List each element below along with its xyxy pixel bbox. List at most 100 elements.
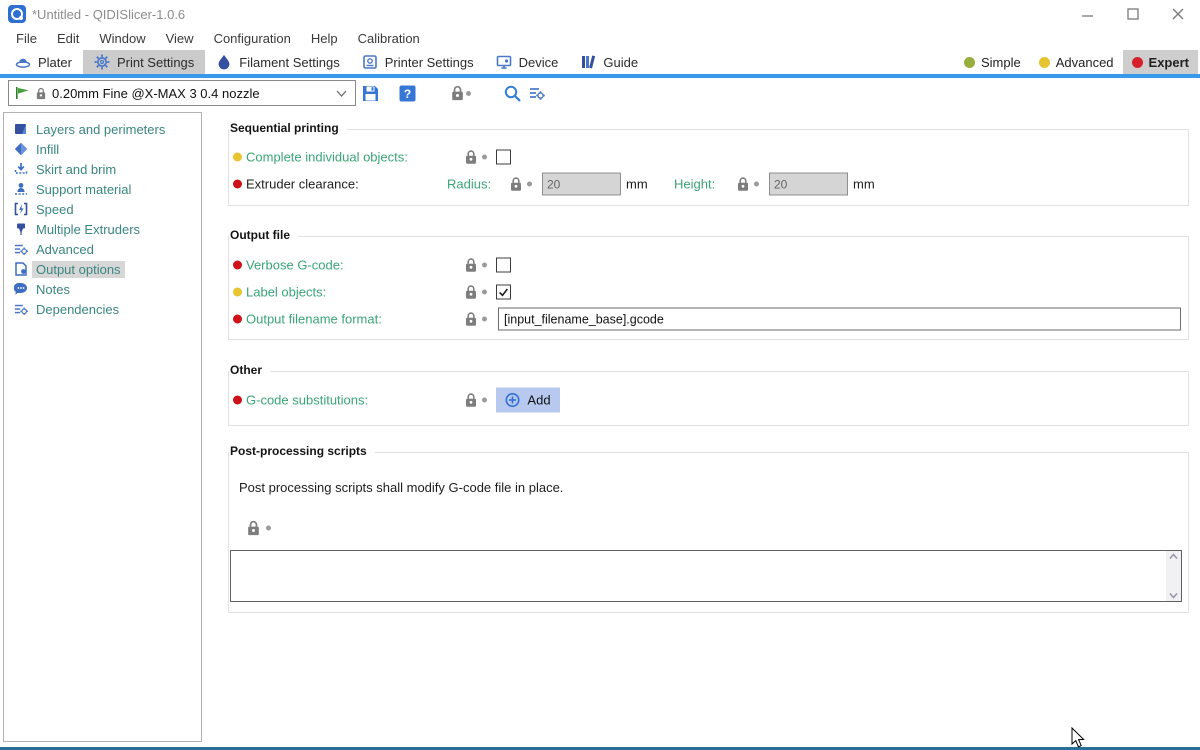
mode-simple[interactable]: Simple [955,50,1030,74]
infill-icon [13,141,29,157]
complete-individual-objects-checkbox[interactable] [496,150,511,165]
section-title: Post-processing scripts [229,444,375,458]
lock-icon[interactable] [465,393,477,408]
lock-icon[interactable] [465,285,477,300]
lock-icon[interactable] [737,177,749,192]
sidebar-item-label: Support material [36,182,131,197]
radius-input[interactable] [542,173,621,196]
notes-icon [13,281,29,297]
option-row-gcode-substitutions: G-code substitutions: Add [229,387,1188,413]
scroll-down-icon[interactable] [1169,592,1178,599]
menu-calibration[interactable]: Calibration [348,28,430,50]
sidebar-item-support-material[interactable]: Support material [4,179,201,199]
menu-window[interactable]: Window [89,28,155,50]
option-label: G-code substitutions: [246,393,368,408]
tab-plater[interactable]: Plater [4,50,83,74]
menu-view[interactable]: View [156,28,204,50]
tab-printer-settings[interactable]: Printer Settings [351,50,485,74]
preset-toolbar: 0.20mm Fine @X-MAX 3 0.4 nozzle ? [0,78,1200,108]
close-button[interactable] [1158,0,1198,28]
title-bar: *Untitled - QIDISlicer-1.0.6 [0,0,1200,28]
sidebar-item-advanced[interactable]: Advanced [4,239,201,259]
option-row-extruder-clearance: Extruder clearance: Radius: mm Height: m… [229,171,1188,197]
modified-bullet-icon [233,396,242,405]
option-row-post-processing [229,515,1188,541]
preset-lock-icon [36,87,46,100]
lock-icon[interactable] [510,177,522,192]
minimize-button[interactable] [1068,0,1108,28]
output-options-icon [13,261,29,277]
tab-filament-settings[interactable]: Filament Settings [205,50,350,74]
skirt-brim-icon [13,161,29,177]
sidebar-item-skirt-and-brim[interactable]: Skirt and brim [4,159,201,179]
compare-settings-button[interactable] [525,81,549,105]
textarea-scrollbar[interactable] [1166,551,1181,601]
help-button[interactable]: ? [395,81,419,105]
dependencies-icon [13,301,29,317]
height-input[interactable] [769,173,848,196]
menu-bar: File Edit Window View Configuration Help… [0,28,1200,50]
post-processing-scripts-textarea[interactable] [231,551,1166,601]
menu-edit[interactable]: Edit [47,28,89,50]
section-post-processing-scripts: Post-processing scripts Post processing … [228,452,1189,613]
sidebar-item-label: Multiple Extruders [36,222,140,237]
save-preset-button[interactable] [358,81,382,105]
sidebar-item-multiple-extruders[interactable]: Multiple Extruders [4,219,201,239]
mode-label: Simple [981,55,1021,70]
scroll-up-icon[interactable] [1169,553,1178,560]
lock-icon[interactable] [465,258,477,273]
tab-print-settings[interactable]: Print Settings [83,50,205,74]
mode-advanced[interactable]: Advanced [1030,50,1123,74]
mode-switcher: Simple Advanced Expert [955,50,1200,74]
menu-help[interactable]: Help [301,28,348,50]
expert-dot-icon [1132,57,1143,68]
close-icon [1172,8,1184,20]
sidebar-item-output-options[interactable]: Output options [4,259,201,279]
preset-dropdown[interactable]: 0.20mm Fine @X-MAX 3 0.4 nozzle [8,80,356,106]
search-button[interactable] [500,81,524,105]
menu-configuration[interactable]: Configuration [204,28,301,50]
mode-expert[interactable]: Expert [1123,50,1198,74]
layers-icon [13,121,29,137]
sidebar-item-label: Notes [36,282,70,297]
tab-device[interactable]: Device [485,50,570,74]
tab-label: Plater [38,55,72,70]
sidebar-item-label: Skirt and brim [36,162,116,177]
settings-list-icon [529,85,546,102]
option-label: Output filename format: [246,312,382,327]
minimize-icon [1082,8,1094,20]
sidebar-item-layers-and-perimeters[interactable]: Layers and perimeters [4,119,201,139]
qidislicer-window: *Untitled - QIDISlicer-1.0.6 File Edit W… [0,0,1200,750]
lock-icon[interactable] [465,312,477,327]
option-label: Extruder clearance: [246,177,359,192]
sidebar-item-dependencies[interactable]: Dependencies [4,299,201,319]
sidebar-item-infill[interactable]: Infill [4,139,201,159]
tab-label: Filament Settings [239,55,339,70]
save-icon [361,84,380,103]
section-title: Sequential printing [229,121,347,135]
label-objects-checkbox[interactable] [496,285,511,300]
sidebar-item-speed[interactable]: Speed [4,199,201,219]
tab-guide[interactable]: Guide [569,50,649,74]
output-filename-format-input[interactable] [498,308,1181,331]
mode-label: Advanced [1056,55,1114,70]
sidebar-item-label: Advanced [36,242,94,257]
sidebar-item-notes[interactable]: Notes [4,279,201,299]
verbose-gcode-checkbox[interactable] [496,258,511,273]
check-icon [497,286,510,299]
section-sequential-printing: Sequential printing Complete individual … [228,129,1189,206]
menu-file[interactable]: File [6,28,47,50]
lock-icon[interactable] [247,520,260,536]
section-title: Output file [229,228,298,242]
revert-dot-icon [482,155,487,160]
speed-icon [13,201,29,217]
option-label: Complete individual objects: [246,150,408,165]
maximize-button[interactable] [1113,0,1153,28]
radius-label: Radius: [447,177,491,192]
lock-icon[interactable] [465,150,477,165]
modified-bullet-icon [233,180,242,189]
add-substitution-button[interactable]: Add [496,388,560,413]
option-row-complete-individual-objects: Complete individual objects: [229,144,1188,170]
modified-bullet-icon [233,315,242,324]
preset-value: 0.20mm Fine @X-MAX 3 0.4 nozzle [52,86,330,101]
